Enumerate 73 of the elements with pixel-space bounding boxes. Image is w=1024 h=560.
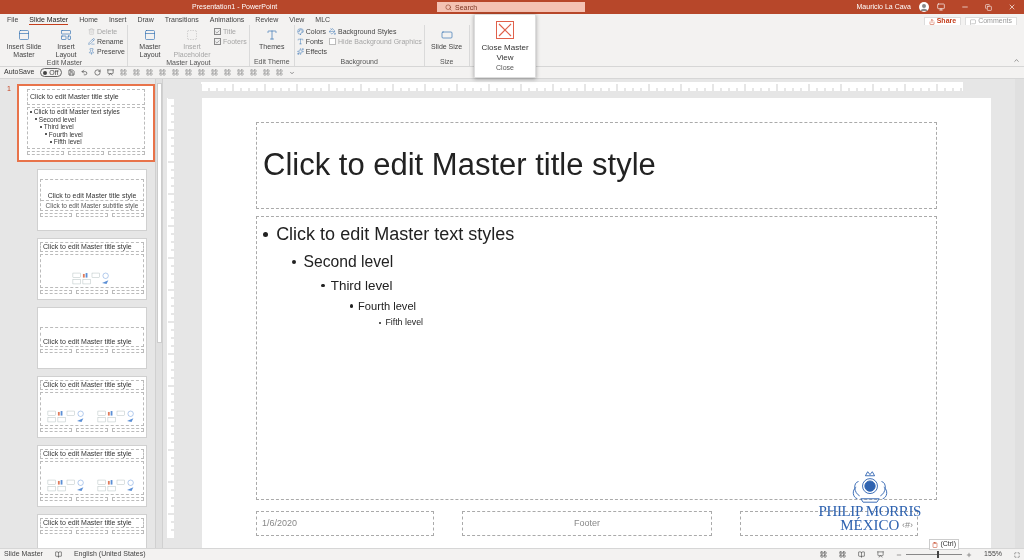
toolbar-icon[interactable] (197, 69, 205, 76)
layout-icon (60, 29, 72, 41)
bullet-text: Fourth level (358, 298, 417, 314)
customize-icon[interactable] (288, 69, 295, 76)
footer-placeholder[interactable]: Footer (462, 511, 712, 536)
zoom-thumb[interactable] (936, 551, 939, 558)
close-master-view-button[interactable]: Close Master View (477, 15, 533, 63)
trash-icon (88, 28, 95, 35)
presentation-icon[interactable] (106, 69, 114, 76)
letter-icon (265, 29, 278, 41)
undo-icon[interactable] (80, 69, 88, 76)
sparkles-icon (296, 48, 304, 55)
restore-icon[interactable] (985, 3, 992, 11)
slide-icon (144, 29, 156, 41)
palette-icon (296, 28, 304, 35)
placeholder-icons-drawing (72, 272, 112, 285)
bullet-icon (321, 283, 325, 288)
pin-icon (88, 48, 95, 55)
zoom-out-icon[interactable] (896, 551, 903, 558)
toolbar-icon[interactable] (223, 69, 231, 76)
redo-icon[interactable] (93, 69, 101, 76)
placeholder-icons-drawing (47, 410, 87, 423)
toolbar-icon[interactable] (249, 69, 257, 76)
toolbar-icon[interactable] (158, 69, 166, 76)
close-icon (496, 21, 514, 39)
toolbar-icon[interactable] (262, 69, 270, 76)
bullet-text: Second level (303, 252, 394, 272)
toolbar-icon[interactable] (145, 69, 153, 76)
slide-number: ‹#› (902, 518, 913, 532)
rectangle-icon (440, 29, 453, 41)
scrollbar[interactable] (155, 79, 163, 548)
bullet-icon (263, 232, 269, 237)
slide-title: Click to edit Master title style (263, 146, 656, 185)
pencil-icon (88, 38, 95, 45)
slide-icon (18, 29, 30, 41)
bullet-icon (292, 259, 297, 264)
bullet-text: Fifth level (385, 316, 424, 330)
fit-icon[interactable] (1014, 551, 1020, 558)
comment-icon (970, 18, 977, 25)
avatar-icon[interactable] (919, 2, 929, 12)
toolbar-icon[interactable] (236, 69, 244, 76)
normal-view-icon[interactable] (820, 551, 828, 558)
toolbar-icon[interactable] (132, 69, 140, 76)
placeholder-icons-drawing (97, 410, 137, 423)
toolbar-icon[interactable] (184, 69, 192, 76)
close-icon[interactable] (1008, 3, 1016, 11)
minimize-icon[interactable] (961, 3, 969, 11)
clipboard-icon (932, 541, 939, 548)
slideshow-icon[interactable] (877, 551, 885, 558)
zoom-in-icon[interactable] (966, 551, 973, 558)
book-icon[interactable] (54, 551, 62, 558)
scrollbar[interactable] (1015, 79, 1024, 548)
dashed-box-icon (186, 29, 198, 41)
share-icon (928, 18, 935, 25)
placeholder-icons-drawing (47, 479, 87, 492)
search-icon (445, 3, 452, 11)
bullet-icon (350, 304, 354, 308)
reading-view-icon[interactable] (858, 551, 866, 558)
sorter-view-icon[interactable] (839, 551, 847, 558)
bullet-text: Third level (330, 276, 393, 295)
toolbar-icon[interactable] (171, 69, 179, 76)
title-placeholder[interactable]: Click to edit Master title style (256, 122, 937, 209)
toolbar-icon[interactable] (275, 69, 283, 76)
paint-bucket-icon (329, 28, 337, 35)
toolbar-icon[interactable] (119, 69, 127, 76)
letter-icon (296, 38, 304, 45)
placeholder-icons-drawing (97, 479, 137, 492)
toolbar-icon[interactable] (210, 69, 218, 76)
collapse-ribbon-icon[interactable] (1013, 57, 1020, 64)
date-placeholder[interactable]: 1/6/2020 (256, 511, 434, 536)
logo-text: MÉXICO (840, 518, 900, 532)
bullet-text: Click to edit Master text styles (276, 223, 515, 246)
ribbon-display-icon[interactable] (937, 3, 945, 11)
